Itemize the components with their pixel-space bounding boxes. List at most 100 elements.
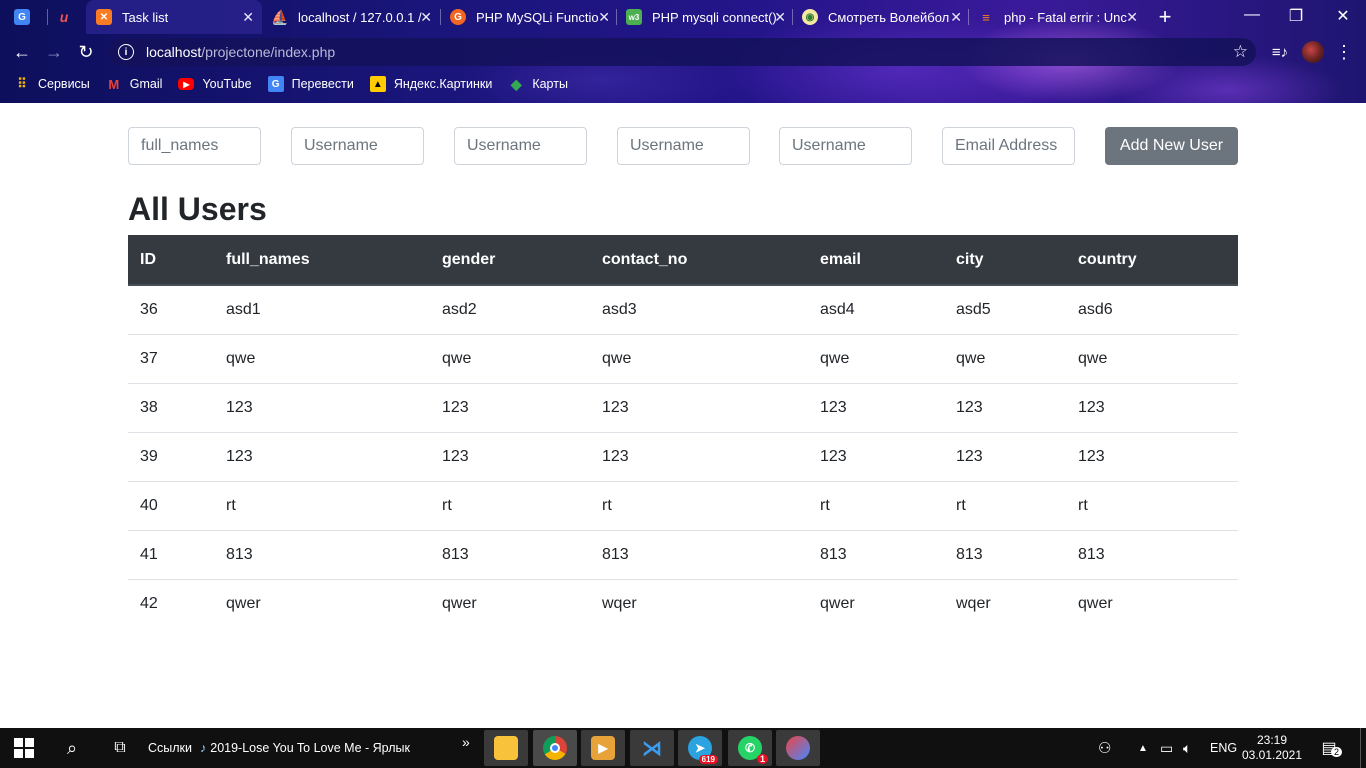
tab-volleyball[interactable]: ◉ Смотреть Волейбол ✕ (794, 0, 970, 34)
chevron-up-icon: ▲ (1138, 742, 1148, 754)
apps-grid-icon: ⠿ (17, 76, 27, 91)
cell-country: 813 (1066, 529, 1238, 579)
tab-title: Смотреть Волейбол (828, 9, 950, 25)
username-input-3[interactable] (454, 127, 587, 165)
media-player-icon: ▶ (591, 736, 615, 760)
cell-city: wqer (944, 578, 1066, 628)
taskbar-telegram[interactable]: ➤ 619 (678, 730, 722, 766)
bookmark-gmail[interactable]: M Gmail (106, 76, 163, 92)
minimize-button[interactable]: — (1229, 6, 1275, 24)
taskbar-whatsapp[interactable]: ✆ 1 (728, 730, 772, 766)
tab-udemy[interactable]: u (56, 0, 86, 34)
tab-strip: G u ✕ Task list ✕ ⛵ localhost / 127.0.0.… (0, 0, 1366, 34)
new-tab-button[interactable]: + (1152, 0, 1178, 34)
tab-task-list[interactable]: ✕ Task list ✕ (86, 0, 262, 34)
cell-contact-no: 123 (590, 382, 808, 432)
cell-contact-no: asd3 (602, 300, 637, 318)
table-row: 38 123 123 123 123 123 123 (128, 382, 1238, 432)
search-button[interactable]: ⌕ (50, 728, 94, 768)
tab-divider (440, 9, 441, 25)
show-desktop-button[interactable] (1360, 728, 1366, 768)
cell-id: 42 (128, 578, 214, 628)
bookmark-label: Gmail (129, 77, 163, 91)
cell-contact-no: qwe (590, 333, 808, 383)
bookmark-services[interactable]: ⠿ Сервисы (14, 76, 90, 92)
tab-divider (616, 9, 617, 25)
close-tab-icon[interactable]: ✕ (598, 9, 610, 26)
close-tab-icon[interactable]: ✕ (420, 9, 432, 26)
volume-button[interactable]: 🔈︎ (1183, 728, 1191, 768)
tab-php-mysqli-functions[interactable]: G PHP MySQLi Functio ✕ (442, 0, 618, 34)
bookmark-label: Яндекс.Картинки (393, 77, 493, 91)
cell-full-names: rt (214, 480, 430, 530)
add-new-user-button[interactable]: Add New User (1105, 127, 1238, 165)
pinned-file-link[interactable]: ♪ 2019-Lose You To Love Me - Ярлык (200, 728, 410, 768)
username-input-4[interactable] (617, 127, 750, 165)
page-content: Add New User All Users ID full_names gen… (0, 103, 1366, 728)
media-control-button[interactable]: ≡♪ (1268, 40, 1292, 64)
column-header-country: country (1066, 235, 1238, 286)
links-label: Ссылки (148, 741, 193, 755)
tab-google-translate[interactable]: G (14, 0, 46, 34)
forward-button[interactable]: → (42, 40, 66, 64)
restore-icon: ❐ (1288, 8, 1304, 25)
taskbar-explorer[interactable] (484, 730, 528, 766)
xampp-icon: ✕ (96, 9, 112, 25)
cell-country: 123 (1066, 431, 1238, 481)
taskbar-chrome[interactable] (533, 730, 577, 766)
address-bar[interactable]: i localhost/projectone/index.php ☆ (108, 38, 1256, 66)
taskbar-vscode[interactable]: ⋊ (630, 730, 674, 766)
cell-country: rt (1066, 480, 1238, 530)
email-input[interactable] (942, 127, 1075, 165)
back-button[interactable]: ← (10, 40, 34, 64)
network-icon: ▭ (1160, 739, 1174, 756)
browser-toolbar: ← → ↻ i localhost/projectone/index.php ☆… (0, 34, 1366, 70)
bookmark-label: Перевести (291, 77, 354, 91)
column-header-email: email (808, 235, 944, 286)
links-toolbar[interactable]: Ссылки (148, 728, 192, 768)
reload-button[interactable]: ↻ (74, 40, 98, 64)
close-tab-icon[interactable]: ✕ (242, 9, 254, 26)
bookmark-maps[interactable]: ◆ Карты (508, 76, 568, 92)
tab-php-mysqli-connect[interactable]: w3 PHP mysqli connect() ✕ (618, 0, 794, 34)
bookmark-star-icon[interactable]: ☆ (1233, 42, 1248, 62)
language-indicator[interactable]: ENG (1210, 728, 1237, 768)
cell-country: asd6 (1078, 300, 1113, 318)
bookmark-youtube[interactable]: ▶ YouTube (178, 77, 252, 91)
bookmark-yandex-images[interactable]: ▲ Яндекс.Картинки (369, 76, 493, 92)
taskbar-paint[interactable] (776, 730, 820, 766)
tab-stackoverflow[interactable]: ≡ php - Fatal errir : Unc ✕ (970, 0, 1146, 34)
action-center-button[interactable]: ▤ 2 (1316, 728, 1342, 768)
profile-button[interactable] (1301, 40, 1325, 64)
username-input-2[interactable] (291, 127, 424, 165)
toolbar-overflow-button[interactable]: » (462, 722, 470, 762)
close-window-button[interactable]: ✕ (1320, 6, 1366, 26)
restore-button[interactable]: ❐ (1273, 6, 1319, 26)
cell-id: 36 (140, 300, 158, 318)
cell-email: 813 (808, 529, 944, 579)
people-button[interactable]: ⚇ (1098, 728, 1111, 768)
column-header-contact-no: contact_no (590, 235, 808, 286)
task-view-button[interactable]: ⧉ (98, 728, 142, 768)
cell-gender: rt (430, 480, 590, 530)
network-button[interactable]: ▭ (1160, 728, 1173, 768)
close-tab-icon[interactable]: ✕ (1126, 9, 1138, 26)
menu-button[interactable]: ⋮ (1332, 40, 1356, 64)
language-label: ENG (1210, 741, 1238, 755)
show-hidden-icons-button[interactable]: ▲ (1138, 728, 1148, 768)
cell-gender: 123 (430, 382, 590, 432)
chevron-right-icon: » (462, 734, 470, 750)
full-names-input[interactable] (128, 127, 261, 165)
tab-phpmyadmin[interactable]: ⛵ localhost / 127.0.0.1 / ✕ (264, 0, 440, 34)
info-icon[interactable]: i (118, 44, 134, 60)
taskbar-media-player[interactable]: ▶ (581, 730, 625, 766)
start-button[interactable] (0, 728, 48, 768)
username-input-5[interactable] (779, 127, 912, 165)
avatar (1302, 41, 1324, 63)
clock[interactable]: 23:19 03.01.2021 (1242, 728, 1302, 768)
tab-divider (968, 9, 969, 25)
bookmark-translate[interactable]: G Перевести (267, 76, 354, 92)
translate-icon: G (267, 76, 284, 92)
close-tab-icon[interactable]: ✕ (950, 9, 962, 26)
close-tab-icon[interactable]: ✕ (774, 9, 786, 26)
